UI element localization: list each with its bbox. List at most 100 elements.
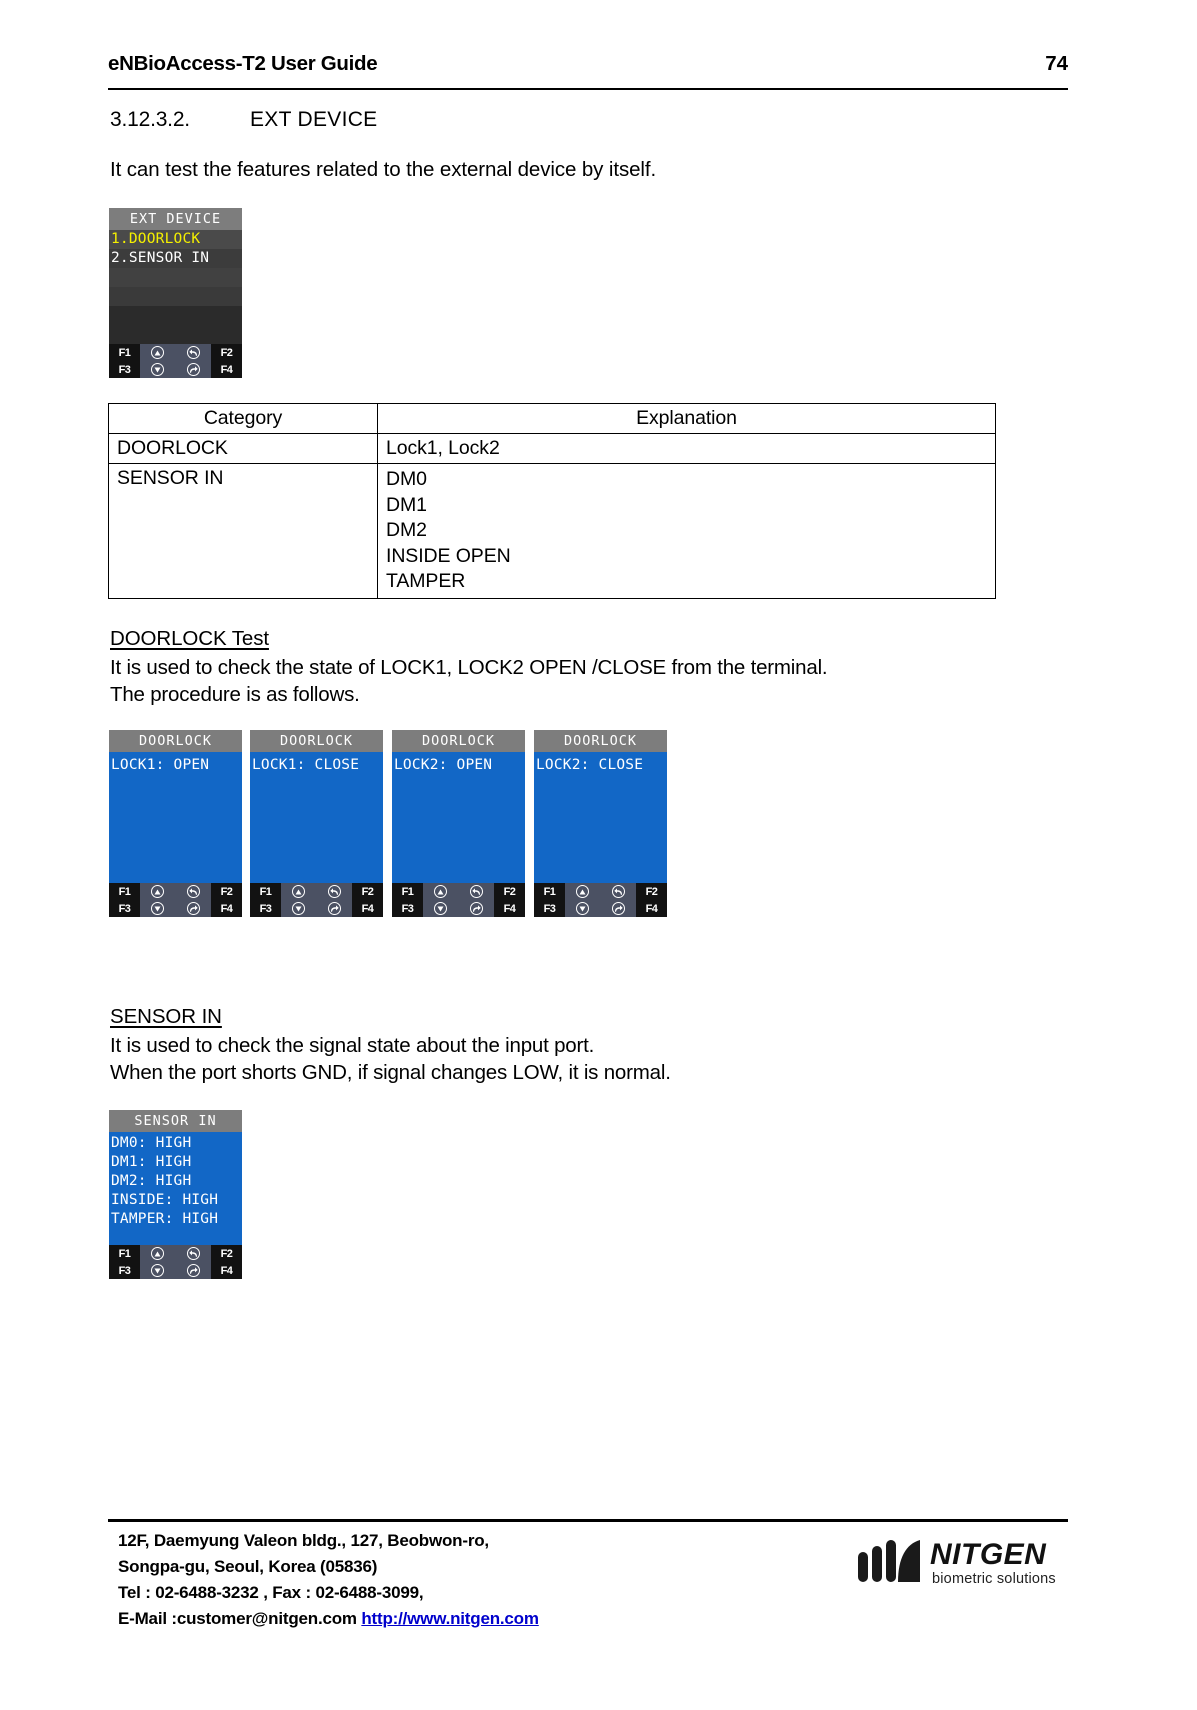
softkey-f4[interactable]: F4 (636, 900, 667, 917)
softkey-row-top: F1 F2 (109, 883, 242, 900)
doorlock-screen-lock1-open: DOORLOCK LOCK1: OPEN F1 F2 F3 F4 (109, 730, 242, 917)
doorlock-status-text: LOCK2: OPEN (394, 757, 493, 773)
softkey-up[interactable] (565, 883, 600, 900)
footer-email-label: E-Mail :customer@nitgen.com (118, 1609, 362, 1628)
softkey-row-top: F1 F2 (109, 1245, 242, 1262)
menu-item-doorlock[interactable]: 1.DOORLOCK (109, 230, 242, 249)
softkey-enter[interactable] (175, 900, 211, 917)
section-intro-text: It can test the features related to the … (110, 158, 657, 181)
softkey-row-top: F1 F2 (392, 883, 525, 900)
softkey-f3[interactable]: F3 (392, 900, 423, 917)
ext-device-screen-title: EXT DEVICE (109, 208, 242, 230)
softkey-f2[interactable]: F2 (211, 883, 242, 900)
sensor-status-dm0: DM0: HIGH (111, 1135, 192, 1151)
table-header-row: Category Explanation (108, 403, 996, 434)
softkey-f2[interactable]: F2 (636, 883, 667, 900)
footer-email-line: E-Mail :customer@nitgen.com http://www.n… (118, 1606, 539, 1632)
menu-blank-row (109, 325, 242, 344)
softkey-row-top: F1 F2 (250, 883, 383, 900)
sensor-in-line-2: When the port shorts GND, if signal chan… (110, 1061, 671, 1084)
softkey-f4[interactable]: F4 (352, 900, 383, 917)
softkey-enter[interactable] (600, 900, 636, 917)
softkey-f1[interactable]: F1 (109, 1245, 140, 1262)
section-number: 3.12.3.2. (110, 108, 190, 131)
softkey-down[interactable] (140, 361, 175, 378)
softkey-f1[interactable]: F1 (109, 344, 140, 361)
explanation-line: DM0 (386, 468, 427, 490)
explanation-line: DM2 (386, 519, 427, 541)
explanation-line: TAMPER (386, 570, 466, 592)
footer-website-link[interactable]: http://www.nitgen.com (361, 1609, 539, 1628)
arrow-up-icon (292, 885, 305, 898)
sensor-status-dm1: DM1: HIGH (111, 1154, 192, 1170)
doorlock-screen-body: LOCK2: CLOSE (534, 752, 667, 883)
table-cell-category: SENSOR IN (108, 463, 378, 599)
softkey-f2[interactable]: F2 (211, 344, 242, 361)
doorlock-screen-title: DOORLOCK (109, 730, 242, 752)
softkey-back[interactable] (175, 344, 211, 361)
softkey-f4[interactable]: F4 (211, 361, 242, 378)
softkey-up[interactable] (281, 883, 316, 900)
softkey-back[interactable] (175, 883, 211, 900)
header-divider (108, 88, 1068, 90)
sensor-status-tamper: TAMPER: HIGH (111, 1211, 219, 1227)
softkey-f3[interactable]: F3 (109, 900, 140, 917)
softkey-f3[interactable]: F3 (250, 900, 281, 917)
softkey-f1[interactable]: F1 (109, 883, 140, 900)
table-cell-explanation: Lock1, Lock2 (377, 433, 996, 464)
softkey-up[interactable] (140, 883, 175, 900)
menu-blank-row (109, 306, 242, 325)
footer-address-line-2: Songpa-gu, Seoul, Korea (05836) (118, 1557, 378, 1576)
softkey-row-bottom: F3 F4 (534, 900, 667, 917)
sensor-in-line-1: It is used to check the signal state abo… (110, 1034, 595, 1057)
category-explanation-table: Category Explanation DOORLOCK Lock1, Loc… (108, 403, 996, 599)
arrow-down-icon (434, 902, 447, 915)
softkey-row-bottom: F3 F4 (109, 1262, 242, 1279)
softkey-back[interactable] (458, 883, 494, 900)
softkey-f3[interactable]: F3 (109, 361, 140, 378)
softkey-down[interactable] (423, 900, 458, 917)
softkey-up[interactable] (423, 883, 458, 900)
softkey-f1[interactable]: F1 (534, 883, 565, 900)
softkey-f4[interactable]: F4 (211, 900, 242, 917)
menu-item-sensor-in[interactable]: 2.SENSOR IN (109, 249, 242, 268)
softkey-bar: F1 F2 F3 F4 (534, 883, 667, 917)
softkey-enter[interactable] (458, 900, 494, 917)
sensor-in-screen-title: SENSOR IN (109, 1110, 242, 1132)
softkey-bar: F1 F2 F3 F4 (109, 344, 242, 378)
softkey-back[interactable] (316, 883, 352, 900)
softkey-enter[interactable] (175, 361, 211, 378)
softkey-f4[interactable]: F4 (494, 900, 525, 917)
doorlock-test-line-2: The procedure is as follows. (110, 683, 360, 706)
softkey-f3[interactable]: F3 (534, 900, 565, 917)
softkey-f1[interactable]: F1 (392, 883, 423, 900)
arrow-back-icon (186, 1247, 200, 1260)
softkey-row-bottom: F3 F4 (109, 900, 242, 917)
softkey-bar: F1 F2 F3 F4 (109, 883, 242, 917)
softkey-f3[interactable]: F3 (109, 1262, 140, 1279)
softkey-back[interactable] (600, 883, 636, 900)
explanation-line: INSIDE OPEN (386, 544, 511, 567)
softkey-f1[interactable]: F1 (250, 883, 281, 900)
softkey-f2[interactable]: F2 (352, 883, 383, 900)
softkey-down[interactable] (281, 900, 316, 917)
footer-address-block: 12F, Daemyung Valeon bldg., 127, Beobwon… (118, 1528, 539, 1632)
doorlock-test-heading: DOORLOCK Test (110, 627, 269, 650)
softkey-enter[interactable] (316, 900, 352, 917)
sensor-in-screen-body: DM0: HIGH DM1: HIGH DM2: HIGH INSIDE: HI… (109, 1132, 242, 1245)
softkey-down[interactable] (140, 900, 175, 917)
softkey-enter[interactable] (175, 1262, 211, 1279)
softkey-bar: F1 F2 F3 F4 (109, 1245, 242, 1279)
table-row: DOORLOCK Lock1, Lock2 (108, 433, 996, 464)
softkey-back[interactable] (175, 1245, 211, 1262)
softkey-down[interactable] (140, 1262, 175, 1279)
softkey-up[interactable] (140, 1245, 175, 1262)
softkey-f2[interactable]: F2 (494, 883, 525, 900)
softkey-row-top: F1 F2 (534, 883, 667, 900)
doorlock-status-text: LOCK1: OPEN (111, 757, 210, 773)
softkey-up[interactable] (140, 344, 175, 361)
softkey-f2[interactable]: F2 (211, 1245, 242, 1262)
nitgen-logo-tagline: biometric solutions (932, 1571, 1056, 1587)
softkey-f4[interactable]: F4 (211, 1262, 242, 1279)
softkey-down[interactable] (565, 900, 600, 917)
